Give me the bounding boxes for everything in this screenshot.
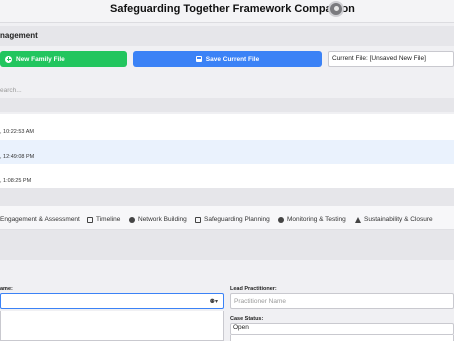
tab-monitoring-testing[interactable]: Monitoring & Testing [278,216,346,223]
leaf-icon [355,216,361,223]
family-name-label: ame: [0,286,13,292]
tab-label: Safeguarding Planning [204,216,270,223]
people-icon [129,216,135,223]
list-item[interactable]: , 10:22:53 AM [0,114,454,140]
contact-card-icon[interactable]: ⚉▾ [210,298,218,305]
tab-bar: Engagement & Assessment Timeline Network… [0,206,454,230]
tab-engagement-assessment[interactable]: Engagement & Assessment [0,216,80,223]
new-family-file-button[interactable]: New Family File [0,51,127,67]
save-current-file-button[interactable]: Save Current File [133,51,322,67]
tab-label: Monitoring & Testing [287,216,346,223]
family-name-input[interactable]: ⚉▾ [0,293,224,309]
tab-sustainability-closure[interactable]: Sustainability & Closure [355,216,433,223]
divider-band [0,98,454,112]
panel-header-band [0,230,454,260]
lead-practitioner-label: Lead Practitioner: [230,286,277,292]
left-panel-box [0,311,224,341]
tab-network-building[interactable]: Network Building [129,216,187,223]
tab-safeguarding-planning[interactable]: Safeguarding Planning [195,216,270,223]
tab-label: Sustainability & Closure [364,216,433,223]
tab-label: Network Building [138,216,187,223]
tab-timeline[interactable]: Timeline [87,216,120,223]
new-family-file-label: New Family File [16,55,65,63]
file-management-header: nagement [0,26,454,46]
search-input[interactable] [0,82,454,98]
case-status-box [230,335,454,341]
save-icon [195,56,202,62]
app-title: Safeguarding Together Framework Companio… [110,3,355,15]
case-status-label: Case Status: [230,316,264,322]
plus-circle-icon [5,55,12,63]
tab-label: Timeline [96,216,121,223]
case-status-select[interactable]: Open [230,323,454,335]
divider-band [0,188,454,206]
binoculars-icon [278,216,284,223]
current-file-indicator: Current File: [Unsaved New File] [328,51,454,67]
theme-toggle-icon[interactable] [328,1,344,17]
file-timestamp: , 10:22:53 AM [0,129,34,135]
file-timestamp: , 12:49:08 PM [0,154,35,160]
file-timestamp: , 1:08:25 PM [0,178,32,184]
list-item[interactable]: , 12:49:08 PM [0,140,454,164]
tab-label: Engagement & Assessment [0,216,80,223]
section-title: nagement [0,31,38,40]
save-current-file-label: Save Current File [205,55,260,63]
clipboard-icon [195,216,201,223]
lead-practitioner-input[interactable] [230,293,454,309]
calendar-icon [87,216,93,223]
list-item[interactable]: , 1:08:25 PM [0,164,454,188]
app-header: Safeguarding Together Framework Companio… [0,0,454,23]
